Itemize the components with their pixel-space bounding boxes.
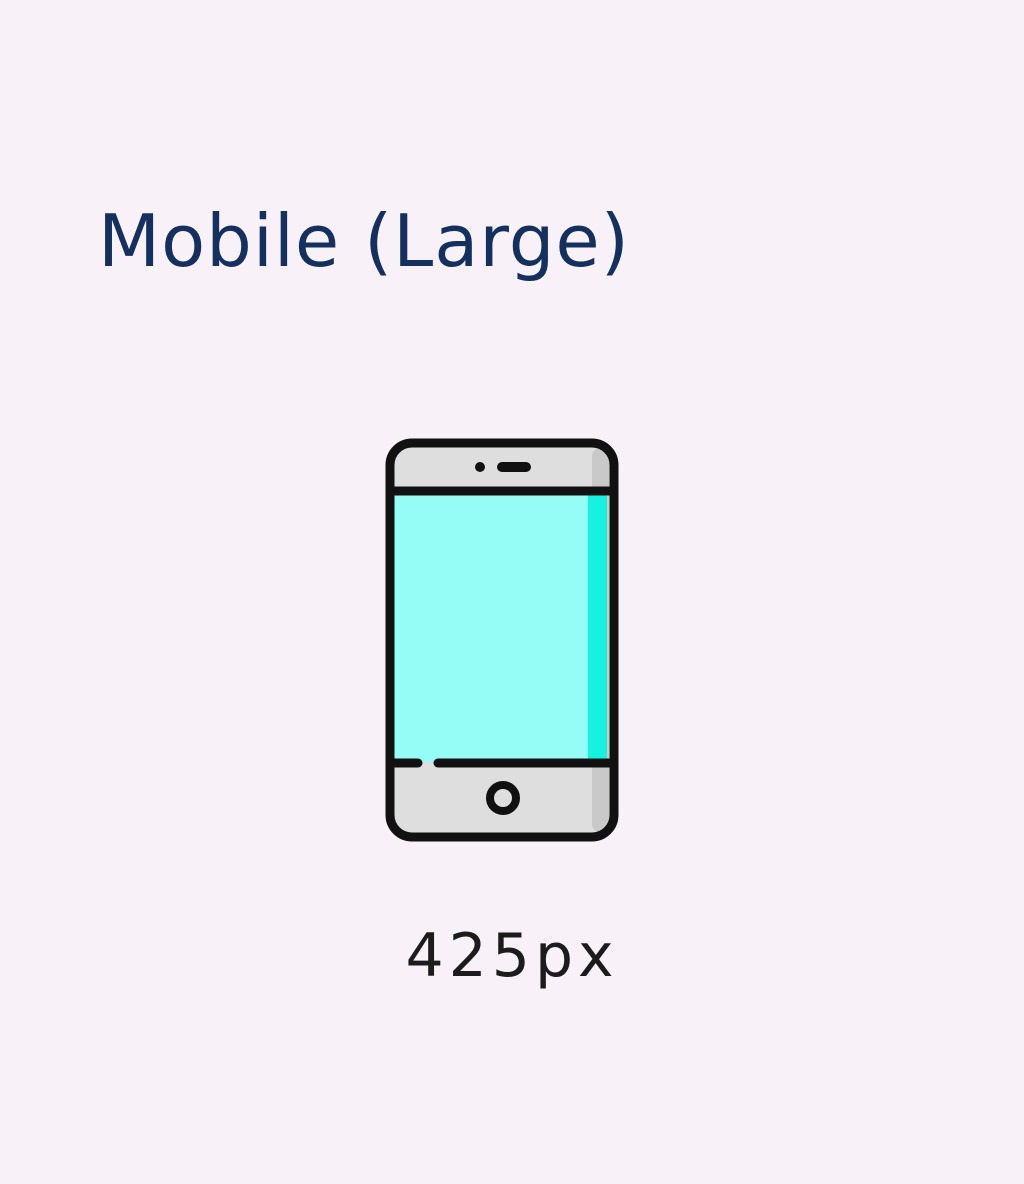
phone-screen <box>393 491 607 762</box>
phone-screen-edge <box>588 491 607 762</box>
page-canvas: Mobile (Large) 425px <box>0 0 1024 1184</box>
camera-dot <box>475 462 485 472</box>
width-label: 425px <box>405 921 619 991</box>
home-button <box>486 781 520 815</box>
speaker-slot <box>497 462 531 472</box>
page-title: Mobile (Large) <box>98 199 630 283</box>
smartphone-icon <box>380 434 624 846</box>
